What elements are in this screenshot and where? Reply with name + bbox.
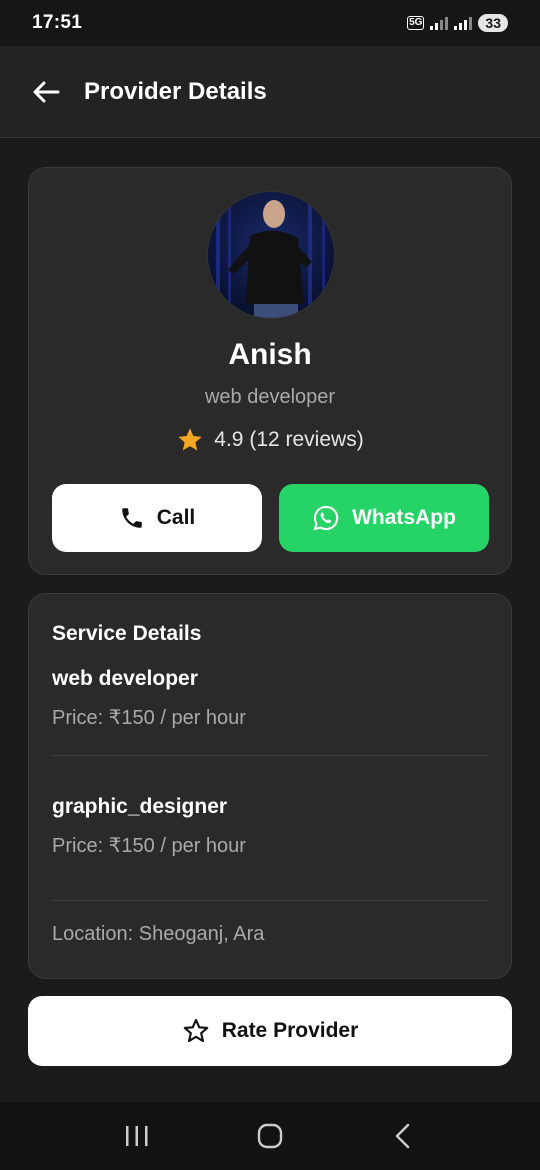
cell-signal-icon xyxy=(430,17,449,30)
whatsapp-button-label: WhatsApp xyxy=(352,506,456,529)
service-price: Price: ₹150 / per hour xyxy=(52,707,246,729)
home-button[interactable] xyxy=(240,1111,300,1161)
star-outline-icon xyxy=(183,1018,208,1043)
location-text: Location: Sheoganj, Ara xyxy=(52,923,265,945)
call-button[interactable]: Call xyxy=(52,484,262,552)
profile-card: Anish web developer 4.9 (12 reviews) Cal… xyxy=(28,167,512,575)
recent-apps-icon xyxy=(125,1126,148,1146)
provider-role: web developer xyxy=(204,386,336,408)
arrow-left-icon xyxy=(33,81,60,102)
cell-signal-icon xyxy=(454,17,473,30)
section-title: Service Details xyxy=(52,622,202,645)
status-time: 17:51 xyxy=(32,12,83,33)
service-name: graphic_designer xyxy=(52,795,228,818)
provider-name: Anish xyxy=(228,338,312,371)
page-title: Provider Details xyxy=(84,77,267,105)
network-type-badge: 5G xyxy=(407,16,425,30)
service-details-card: Service Details web developer Price: ₹15… xyxy=(28,593,512,979)
avatar xyxy=(207,191,335,319)
rate-provider-label: Rate Provider xyxy=(221,1019,359,1042)
system-nav-bar xyxy=(0,1102,540,1170)
rating: 4.9 (12 reviews) xyxy=(29,426,511,454)
divider xyxy=(52,900,488,901)
service-price: Price: ₹150 / per hour xyxy=(52,835,246,857)
call-button-label: Call xyxy=(156,506,196,529)
app-bar: Provider Details xyxy=(0,46,540,138)
whatsapp-icon xyxy=(313,505,339,531)
rate-provider-button[interactable]: Rate Provider xyxy=(28,996,512,1066)
home-icon xyxy=(257,1123,283,1149)
star-icon xyxy=(178,428,202,451)
phone-icon xyxy=(121,508,142,528)
status-icons: 5G 33 xyxy=(407,14,508,32)
back-button[interactable] xyxy=(30,76,62,108)
status-bar: 17:51 5G 33 xyxy=(0,0,540,46)
service-name: web developer xyxy=(52,667,198,690)
recent-apps-button[interactable] xyxy=(107,1111,167,1161)
battery-indicator: 33 xyxy=(478,14,508,32)
back-icon xyxy=(396,1123,410,1149)
rating-text: 4.9 (12 reviews) xyxy=(214,428,364,451)
divider xyxy=(52,755,488,756)
whatsapp-button[interactable]: WhatsApp xyxy=(279,484,489,552)
system-back-button[interactable] xyxy=(373,1111,433,1161)
